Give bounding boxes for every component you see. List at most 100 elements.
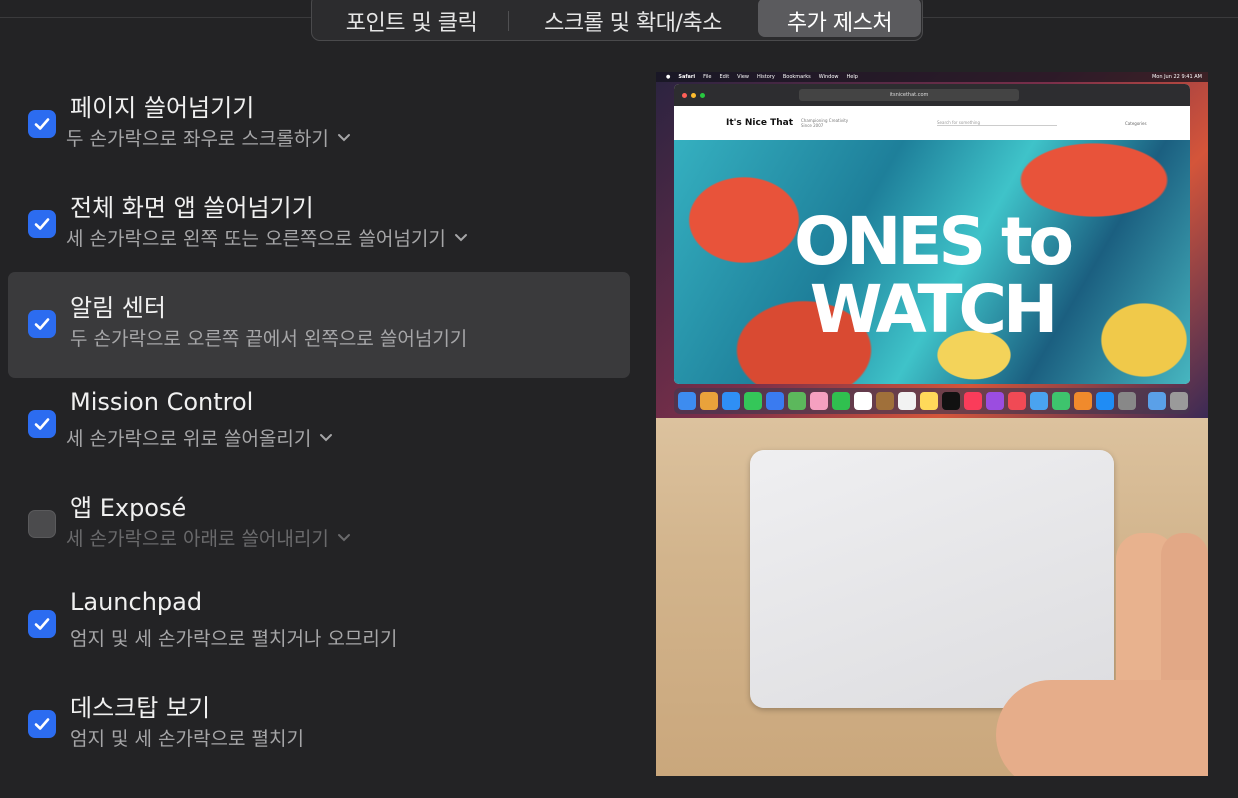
gesture-row-swipe-pages[interactable]: 페이지 쓸어넘기기 두 손가락으로 좌우로 스크롤하기	[8, 72, 630, 178]
menubar-item: Window	[818, 74, 839, 80]
safari-url-field: itsnicethat.com	[799, 89, 1019, 101]
gesture-checkbox[interactable]	[28, 510, 56, 538]
gesture-row-launchpad[interactable]: Launchpad 엄지 및 세 손가락으로 펼치거나 오므리기	[8, 572, 630, 678]
gesture-title: 페이지 쓸어넘기기	[70, 94, 255, 122]
notes-icon	[920, 392, 938, 410]
mac-dock	[674, 388, 1190, 414]
podcasts-icon	[986, 392, 1004, 410]
reminders-icon	[898, 392, 916, 410]
checkmark-icon	[34, 218, 50, 230]
gesture-title: 데스크탑 보기	[70, 694, 211, 722]
site-categories: Categories	[1125, 120, 1147, 126]
chevron-down-icon	[454, 233, 467, 241]
gesture-checkbox[interactable]	[28, 410, 56, 438]
gesture-subtitle: 세 손가락으로 왼쪽 또는 오른쪽으로 쓸어넘기기	[66, 228, 446, 250]
menubar-item: View	[737, 74, 750, 80]
gesture-row-app-expose[interactable]: 앱 Exposé 세 손가락으로 아래로 쓸어내리기	[8, 472, 630, 578]
photos-icon	[810, 392, 828, 410]
safari-icon	[722, 392, 740, 410]
app-store-icon	[1096, 392, 1114, 410]
site-search: Search for something	[937, 120, 1058, 126]
checkmark-icon	[34, 718, 50, 730]
tab-more-gestures[interactable]: 추가 제스처	[758, 0, 921, 37]
news-icon	[1008, 392, 1026, 410]
mac-menubar: ● Safari File Edit View History Bookmark…	[656, 72, 1208, 82]
desk-with-trackpad	[656, 418, 1208, 776]
gesture-checkbox[interactable]	[28, 710, 56, 738]
maps-icon	[788, 392, 806, 410]
menubar-item: File	[703, 74, 712, 80]
gesture-subtitle: 두 손가락으로 좌우로 스크롤하기	[66, 128, 329, 150]
tab-point-and-click[interactable]: 포인트 및 클릭	[315, 0, 508, 37]
menubar-app-name: Safari	[678, 74, 696, 80]
mac-screen-preview: ● Safari File Edit View History Bookmark…	[656, 72, 1208, 418]
gesture-subtitle: 세 손가락으로 아래로 쓸어내리기	[66, 528, 329, 550]
calendar-icon	[854, 392, 872, 410]
gesture-row-notification-center[interactable]: 알림 센터 두 손가락으로 오른쪽 끝에서 왼쪽으로 쓸어넘기기	[8, 272, 630, 378]
safari-window: itsnicethat.com It's Nice That Championi…	[674, 84, 1190, 384]
gesture-checkbox[interactable]	[28, 110, 56, 138]
checkmark-icon	[34, 318, 50, 330]
gesture-option-dropdown[interactable]: 세 손가락으로 위로 쓸어올리기	[66, 424, 333, 451]
apple-icon: ●	[666, 74, 671, 80]
keynote-icon	[1030, 392, 1048, 410]
launchpad-icon	[700, 392, 718, 410]
gesture-option-dropdown[interactable]: 세 손가락으로 왼쪽 또는 오른쪽으로 쓸어넘기기	[66, 224, 468, 251]
checkmark-icon	[34, 418, 50, 430]
minimize-dot-icon	[691, 92, 696, 98]
menubar-item: Edit	[719, 74, 730, 80]
music-icon	[964, 392, 982, 410]
menubar-item: Help	[846, 74, 858, 80]
chevron-down-icon	[337, 133, 350, 141]
site-hero-artwork: ONES to WATCH	[674, 140, 1190, 384]
gesture-option-dropdown[interactable]: 세 손가락으로 아래로 쓸어내리기	[66, 524, 351, 551]
gesture-title: 알림 센터	[70, 294, 166, 322]
gesture-subtitle: 세 손가락으로 위로 쓸어올리기	[66, 428, 312, 450]
menubar-clock: Mon Jun 22 9:41 AM	[1151, 74, 1202, 80]
hero-line-1: ONES to	[794, 203, 1074, 280]
chevron-down-icon	[320, 433, 333, 441]
magic-trackpad-image	[750, 450, 1114, 708]
gesture-row-show-desktop[interactable]: 데스크탑 보기 엄지 및 세 손가락으로 펼치기	[8, 672, 630, 778]
safari-toolbar: itsnicethat.com	[674, 84, 1190, 106]
hero-line-2: WATCH	[809, 271, 1058, 348]
gesture-preview-video: ● Safari File Edit View History Bookmark…	[656, 72, 1208, 776]
segmented-tab-control: 포인트 및 클릭 스크롤 및 확대/축소 추가 제스처	[311, 0, 923, 41]
hand-thumb-image	[996, 680, 1208, 776]
site-logo: It's Nice That	[726, 118, 794, 128]
downloads-folder-icon	[1148, 392, 1166, 410]
gesture-subtitle: 엄지 및 세 손가락으로 펼치거나 오므리기	[70, 628, 398, 650]
gesture-checkbox[interactable]	[28, 210, 56, 238]
close-dot-icon	[682, 92, 687, 98]
chevron-down-icon	[337, 533, 350, 541]
gesture-row-swipe-fullscreen-apps[interactable]: 전체 화면 앱 쓸어넘기기 세 손가락으로 왼쪽 또는 오른쪽으로 쓸어넘기기	[8, 172, 630, 278]
gesture-option-dropdown[interactable]: 두 손가락으로 좌우로 스크롤하기	[66, 124, 351, 151]
gesture-title: 앱 Exposé	[70, 494, 187, 522]
finder-icon	[678, 392, 696, 410]
hero-headline: ONES to WATCH	[674, 208, 1190, 344]
site-header: It's Nice That Championing Creativity Si…	[674, 106, 1190, 140]
trash-icon	[1170, 392, 1188, 410]
gesture-subtitle: 엄지 및 세 손가락으로 펼치기	[70, 728, 304, 750]
checkmark-icon	[34, 118, 50, 130]
gesture-title: 전체 화면 앱 쓸어넘기기	[70, 194, 314, 222]
contacts-icon	[876, 392, 894, 410]
gesture-checkbox[interactable]	[28, 610, 56, 638]
facetime-icon	[832, 392, 850, 410]
gesture-title: Launchpad	[70, 588, 203, 616]
messages-icon	[744, 392, 762, 410]
tv-icon	[942, 392, 960, 410]
numbers-icon	[1052, 392, 1070, 410]
pages-icon	[1074, 392, 1092, 410]
menubar-item: History	[757, 74, 775, 80]
gesture-title: Mission Control	[70, 388, 254, 416]
zoom-dot-icon	[700, 92, 705, 98]
checkmark-icon	[34, 618, 50, 630]
mail-icon	[766, 392, 784, 410]
gesture-row-mission-control[interactable]: Mission Control 세 손가락으로 위로 쓸어올리기	[8, 372, 630, 478]
system-preferences-icon	[1118, 392, 1136, 410]
gesture-checkbox[interactable]	[28, 310, 56, 338]
tab-scroll-and-zoom[interactable]: 스크롤 및 확대/축소	[508, 0, 758, 37]
gesture-subtitle: 두 손가락으로 오른쪽 끝에서 왼쪽으로 쓸어넘기기	[70, 328, 468, 350]
menubar-item: Bookmarks	[782, 74, 811, 80]
